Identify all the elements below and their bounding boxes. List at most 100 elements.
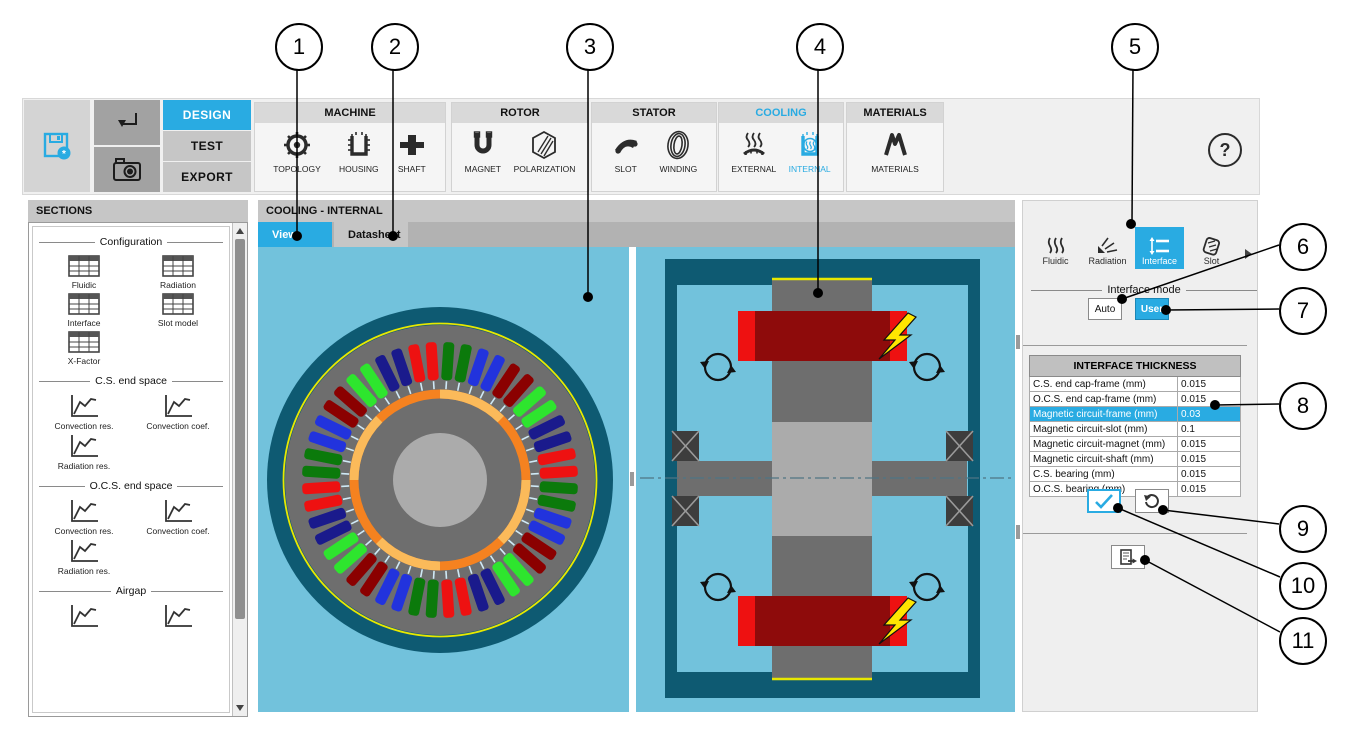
cooling-axial-view[interactable] (636, 247, 1015, 712)
sidebar-item-radiation[interactable]: Radiation (160, 254, 196, 290)
undo-arrow-icon (112, 109, 142, 137)
toolbar-item-winding[interactable]: WINDING (659, 130, 697, 174)
internal-cooling-icon (795, 130, 825, 160)
slot-icon (611, 130, 641, 160)
polarization-label: POLARIZATION (514, 164, 576, 174)
radiation-label: Radiation (160, 280, 196, 290)
test-button[interactable]: TEST (163, 131, 251, 161)
table-row[interactable]: C.S. bearing (mm)0.015 (1030, 467, 1241, 482)
shaft-icon (397, 130, 427, 160)
toolbar-item-internal[interactable]: INTERNAL (789, 130, 831, 174)
tab-view[interactable]: View (258, 222, 332, 247)
sidebar-item-ocs-radiation-res[interactable]: Radiation res. (58, 538, 110, 576)
ocs-convection-res-label: Convection res. (54, 526, 113, 536)
callout-9: 9 (1279, 505, 1327, 553)
section-group-airgap: Airgap (39, 585, 223, 597)
design-button[interactable]: DESIGN (163, 100, 251, 130)
table-row[interactable]: C.S. end cap-frame (mm)0.015 (1030, 377, 1241, 392)
slot-model-label: Slot model (158, 318, 198, 328)
apply-button[interactable] (1087, 489, 1121, 513)
sidebar-item-interface[interactable]: Interface (67, 292, 101, 328)
reset-button[interactable] (1135, 489, 1169, 513)
sidebar-item-fluidic[interactable]: Fluidic (67, 254, 101, 290)
slot-tab-label: Slot (1204, 256, 1220, 266)
sidebar-item-airgap-1[interactable] (67, 603, 101, 631)
toolbar-item-materials[interactable]: MATERIALS (871, 130, 919, 174)
callout-1: 1 (275, 23, 323, 71)
toolbar-item-slot[interactable]: SLOT (611, 130, 641, 174)
sections-scrollbar[interactable] (232, 223, 247, 716)
export-doc-icon (1118, 548, 1138, 566)
panel-splitter-top[interactable] (1016, 335, 1020, 349)
tab-datasheet[interactable]: Datasheet (334, 222, 408, 247)
undo-button[interactable] (94, 100, 160, 145)
interface-mode-auto-button[interactable]: Auto (1088, 298, 1122, 320)
x-factor-label: X-Factor (68, 356, 101, 366)
scroll-down-icon[interactable] (236, 705, 244, 711)
materials-icon (880, 130, 910, 160)
toolbar-group-rotor: ROTOR MAGNET (451, 102, 589, 192)
view-splitter[interactable] (630, 472, 634, 486)
table-row[interactable]: Magnetic circuit-slot (mm)0.1 (1030, 422, 1241, 437)
callout-8: 8 (1279, 382, 1327, 430)
internal-tab-fluidic[interactable]: Fluidic (1031, 227, 1080, 269)
internal-tab-slot[interactable]: Slot (1187, 227, 1236, 269)
toolbar-item-housing[interactable]: HOUSING (339, 130, 379, 174)
sidebar-item-cs-radiation-res[interactable]: Radiation res. (58, 433, 110, 471)
radiation-tab-label: Radiation (1088, 256, 1126, 266)
sidebar-item-ocs-convection-res[interactable]: Convection res. (54, 498, 113, 536)
ocs-convection-coef-label: Convection coef. (146, 526, 209, 536)
internal-tab-interface[interactable]: Interface (1135, 227, 1184, 269)
table-icon (161, 292, 195, 316)
interface-mode-user-button[interactable]: User (1135, 298, 1169, 320)
curve-icon (67, 433, 101, 459)
section-group-ocs-end-space: O.C.S. end space (39, 480, 223, 492)
table-icon (161, 254, 195, 278)
topology-label: TOPOLOGY (273, 164, 321, 174)
polarization-icon (529, 130, 559, 160)
help-button[interactable]: ? (1208, 133, 1242, 167)
topology-icon (282, 130, 312, 160)
more-tabs-arrow-icon[interactable] (1245, 249, 1252, 259)
save-icon: * (39, 128, 75, 164)
table-row[interactable]: Magnetic circuit-shaft (mm)0.015 (1030, 452, 1241, 467)
internal-label: INTERNAL (789, 164, 831, 174)
cs-convection-coef-label: Convection coef. (146, 421, 209, 431)
scroll-up-icon[interactable] (236, 228, 244, 234)
sidebar-item-x-factor[interactable]: X-Factor (67, 330, 101, 366)
scrollbar-thumb[interactable] (235, 239, 245, 619)
export-results-button[interactable] (1111, 545, 1145, 569)
table-row[interactable]: Magnetic circuit-magnet (mm)0.015 (1030, 437, 1241, 452)
export-button[interactable]: EXPORT (163, 162, 251, 192)
toolbar-item-topology[interactable]: TOPOLOGY (273, 130, 321, 174)
toolbar-item-external[interactable]: EXTERNAL (731, 130, 776, 174)
sidebar-item-airgap-2[interactable] (161, 603, 195, 631)
cooling-radial-view[interactable] (258, 247, 629, 712)
table-icon (67, 330, 101, 354)
interface-tab-label: Interface (1142, 256, 1177, 266)
internal-panel: Fluidic Radiation Interface Slot (1022, 200, 1258, 712)
callout-11: 11 (1279, 617, 1327, 665)
panel-splitter-bottom[interactable] (1016, 525, 1020, 539)
toolbar-item-magnet[interactable]: MAGNET (465, 130, 501, 174)
snapshot-button[interactable] (94, 147, 160, 192)
callout-5: 5 (1111, 23, 1159, 71)
divider (1023, 533, 1247, 534)
curve-icon (67, 498, 101, 524)
sidebar-item-slot-model[interactable]: Slot model (158, 292, 198, 328)
toolbar-item-shaft[interactable]: SHAFT (397, 130, 427, 174)
save-button[interactable]: * (24, 100, 90, 192)
sections-panel: Configuration Fluidic Radiation Interfac… (28, 222, 248, 717)
callout-10: 10 (1279, 562, 1327, 610)
divider (1023, 345, 1247, 346)
sidebar-item-ocs-convection-coef[interactable]: Convection coef. (146, 498, 209, 536)
machine-group-title: MACHINE (255, 103, 445, 123)
fluidic-label: Fluidic (72, 280, 97, 290)
toolbar-item-polarization[interactable]: POLARIZATION (514, 130, 576, 174)
table-row[interactable]: O.C.S. end cap-frame (mm)0.015 (1030, 392, 1241, 407)
internal-tab-radiation[interactable]: Radiation (1083, 227, 1132, 269)
table-row-selected[interactable]: Magnetic circuit-frame (mm)0.03 (1030, 407, 1241, 422)
sidebar-item-cs-convection-coef[interactable]: Convection coef. (146, 393, 209, 431)
sidebar-item-cs-convection-res[interactable]: Convection res. (54, 393, 113, 431)
end-winding-top (738, 311, 907, 361)
